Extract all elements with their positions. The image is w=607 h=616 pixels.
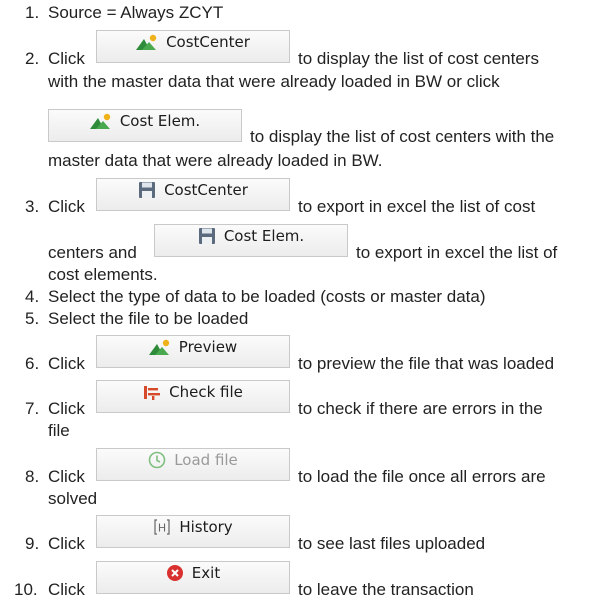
step-text: Click: [48, 534, 85, 553]
step-number: 8.: [25, 467, 40, 486]
step-number: 2.: [25, 49, 40, 68]
step-text: to check if there are errors in the: [298, 399, 543, 418]
button-label: Load file: [174, 450, 238, 469]
button-label: History: [179, 517, 233, 536]
step-text: to display the list of cost centers: [298, 49, 539, 68]
step-text: file: [48, 421, 70, 440]
button-label: Exit: [191, 563, 221, 582]
step-text: to see last files uploaded: [298, 534, 486, 553]
step-text: to display the list of cost centers with…: [250, 127, 555, 146]
save-icon: [138, 181, 156, 199]
mountain-sun-icon: [89, 113, 112, 129]
costcenter-display-button[interactable]: CostCenter: [96, 30, 290, 63]
check-file-button[interactable]: Check file: [96, 380, 290, 413]
step-number: 3.: [25, 197, 40, 216]
history-button[interactable]: H History: [96, 515, 290, 548]
step-text: Select the type of data to be loaded (co…: [48, 287, 486, 306]
step-text: with the master data that were already l…: [48, 72, 500, 91]
button-label: Check file: [169, 382, 243, 401]
costcenter-export-button[interactable]: CostCenter: [96, 178, 290, 211]
costelem-export-button[interactable]: Cost Elem.: [154, 224, 348, 257]
step-text: Source = Always ZCYT: [48, 3, 224, 22]
step-text: solved: [48, 489, 98, 508]
step-text: to leave the transaction: [298, 580, 474, 599]
step-text: Click: [48, 354, 85, 373]
button-label: CostCenter: [166, 32, 250, 51]
exit-x-icon: [166, 564, 184, 582]
step-text: to load the file once all errors are: [298, 467, 546, 486]
step-text: to preview the file that was loaded: [298, 354, 555, 373]
step-text: Select the file to be loaded: [48, 309, 249, 328]
step-text: Click: [48, 580, 85, 599]
step-text: to export in excel the list of cost: [298, 197, 536, 216]
step-number: 4.: [25, 287, 40, 306]
svg-text:H: H: [158, 521, 166, 534]
step-number: 7.: [25, 399, 40, 418]
step-text: Click: [48, 399, 85, 418]
step-number: 1.: [25, 3, 40, 22]
save-icon: [198, 227, 216, 245]
step-text: Click: [48, 49, 85, 68]
button-label: Cost Elem.: [223, 226, 305, 245]
button-label: Preview: [178, 337, 238, 356]
mountain-sun-icon: [136, 34, 158, 50]
history-h-icon: H: [153, 518, 171, 536]
load-clock-icon: [148, 451, 166, 469]
mountain-sun-icon: [148, 339, 171, 355]
preview-button[interactable]: Preview: [96, 335, 290, 368]
step-number: 10.: [14, 580, 38, 599]
step-number: 9.: [25, 534, 40, 553]
step-text: cost elements.: [48, 265, 158, 284]
exit-button[interactable]: Exit: [96, 561, 290, 594]
step-number: 5.: [25, 309, 40, 328]
button-label: CostCenter: [164, 180, 248, 199]
step-text: centers and: [48, 243, 137, 262]
costelem-display-button[interactable]: Cost Elem.: [48, 109, 242, 142]
step-text: Click: [48, 467, 85, 486]
check-file-icon: [143, 383, 161, 401]
step-number: 6.: [25, 354, 40, 373]
load-file-button[interactable]: Load file: [96, 448, 290, 481]
step-text: master data that were already loaded in …: [48, 151, 383, 170]
step-text: to export in excel the list of: [356, 243, 558, 262]
button-label: Cost Elem.: [119, 111, 201, 130]
step-text: Click: [48, 197, 85, 216]
